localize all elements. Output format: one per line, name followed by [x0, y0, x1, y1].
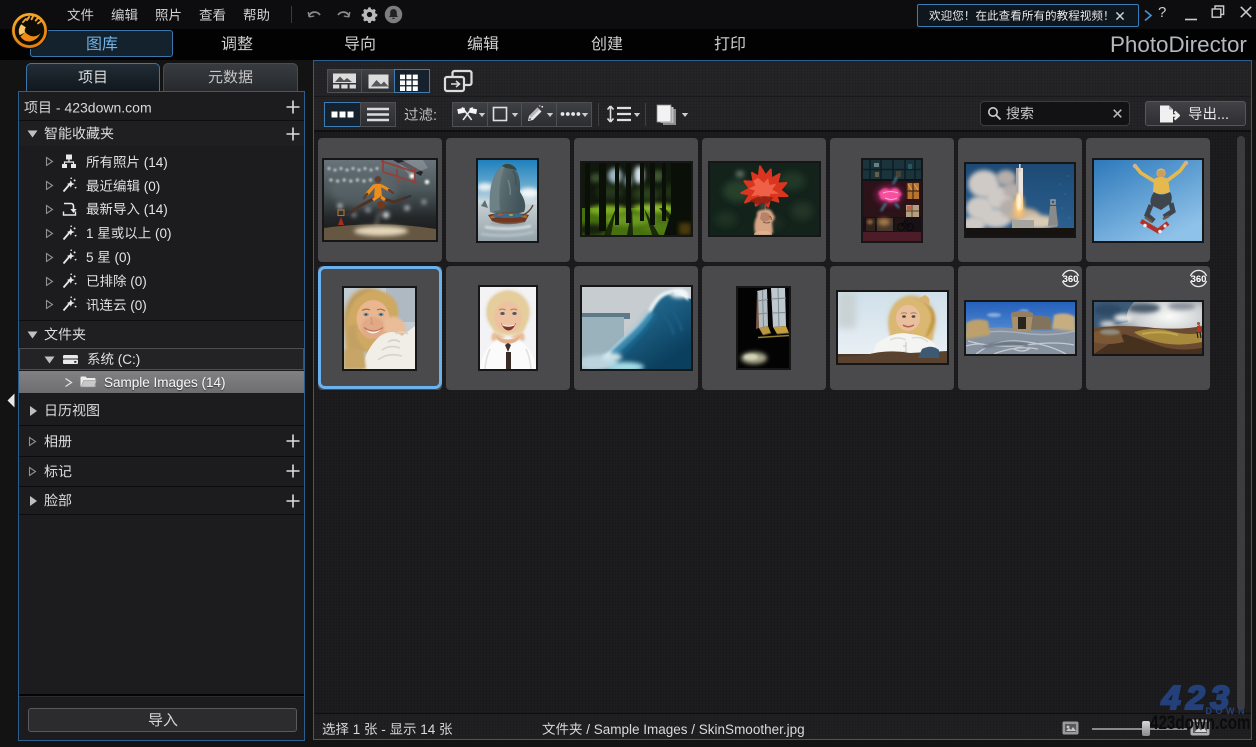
svg-text:(14): (14) — [140, 154, 168, 169]
svg-text:...: ... — [1217, 107, 1229, 123]
svg-text:/ Sample Images / SkinSmoother: / Sample Images / SkinSmoother.jpg — [583, 722, 805, 737]
svg-text:- 423down.com: - 423down.com — [52, 99, 152, 115]
svg-text:5: 5 — [86, 250, 97, 265]
svg-text:360: 360 — [1191, 274, 1207, 285]
svg-text:(0): (0) — [111, 250, 131, 265]
svg-text:14: 14 — [417, 722, 440, 737]
svg-text:-: - — [378, 722, 390, 737]
svg-text::: : — [433, 108, 437, 124]
svg-text:(C:): (C:) — [114, 352, 140, 367]
svg-text:(0): (0) — [140, 178, 160, 193]
svg-text:(14): (14) — [140, 202, 168, 217]
svg-text:1: 1 — [86, 226, 97, 241]
svg-text:(0): (0) — [151, 226, 171, 241]
svg-text:(0): (0) — [127, 298, 147, 313]
svg-text:1: 1 — [349, 722, 364, 737]
svg-text:(0): (0) — [127, 274, 147, 289]
svg-text:Sample Images (14): Sample Images (14) — [104, 375, 226, 390]
svg-text:360: 360 — [1063, 274, 1079, 285]
